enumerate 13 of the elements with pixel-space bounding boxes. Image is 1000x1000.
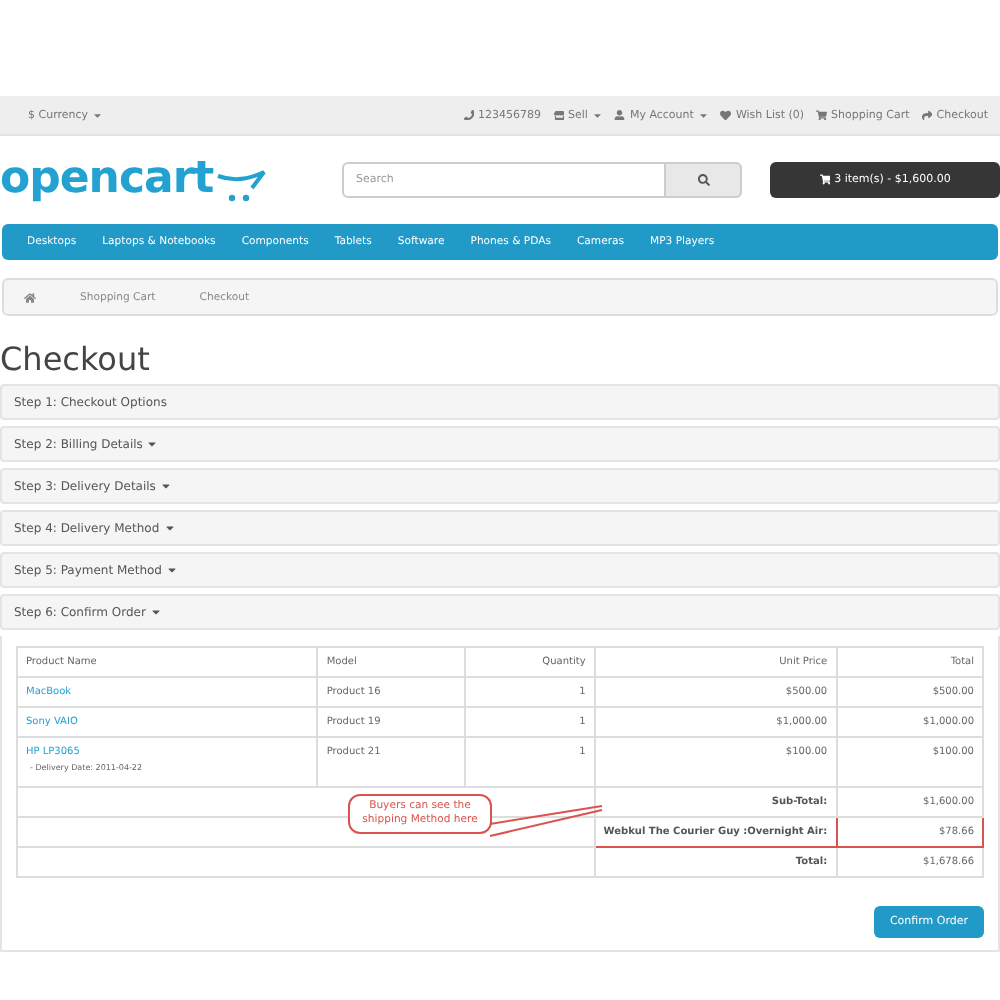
cart-icon: [816, 109, 828, 121]
page-title: Checkout: [0, 342, 152, 378]
phone-icon: [463, 109, 475, 121]
share-icon: [921, 109, 933, 121]
caret-icon: [92, 109, 104, 121]
heart-icon: [720, 109, 732, 121]
cart-icon: [819, 174, 831, 186]
search-button[interactable]: [666, 162, 742, 198]
account-icon: [614, 109, 626, 121]
home-icon[interactable]: [24, 291, 36, 303]
search-icon: [697, 174, 709, 186]
sell-icon: [553, 109, 565, 121]
logo[interactable]: opencart: [0, 158, 342, 202]
